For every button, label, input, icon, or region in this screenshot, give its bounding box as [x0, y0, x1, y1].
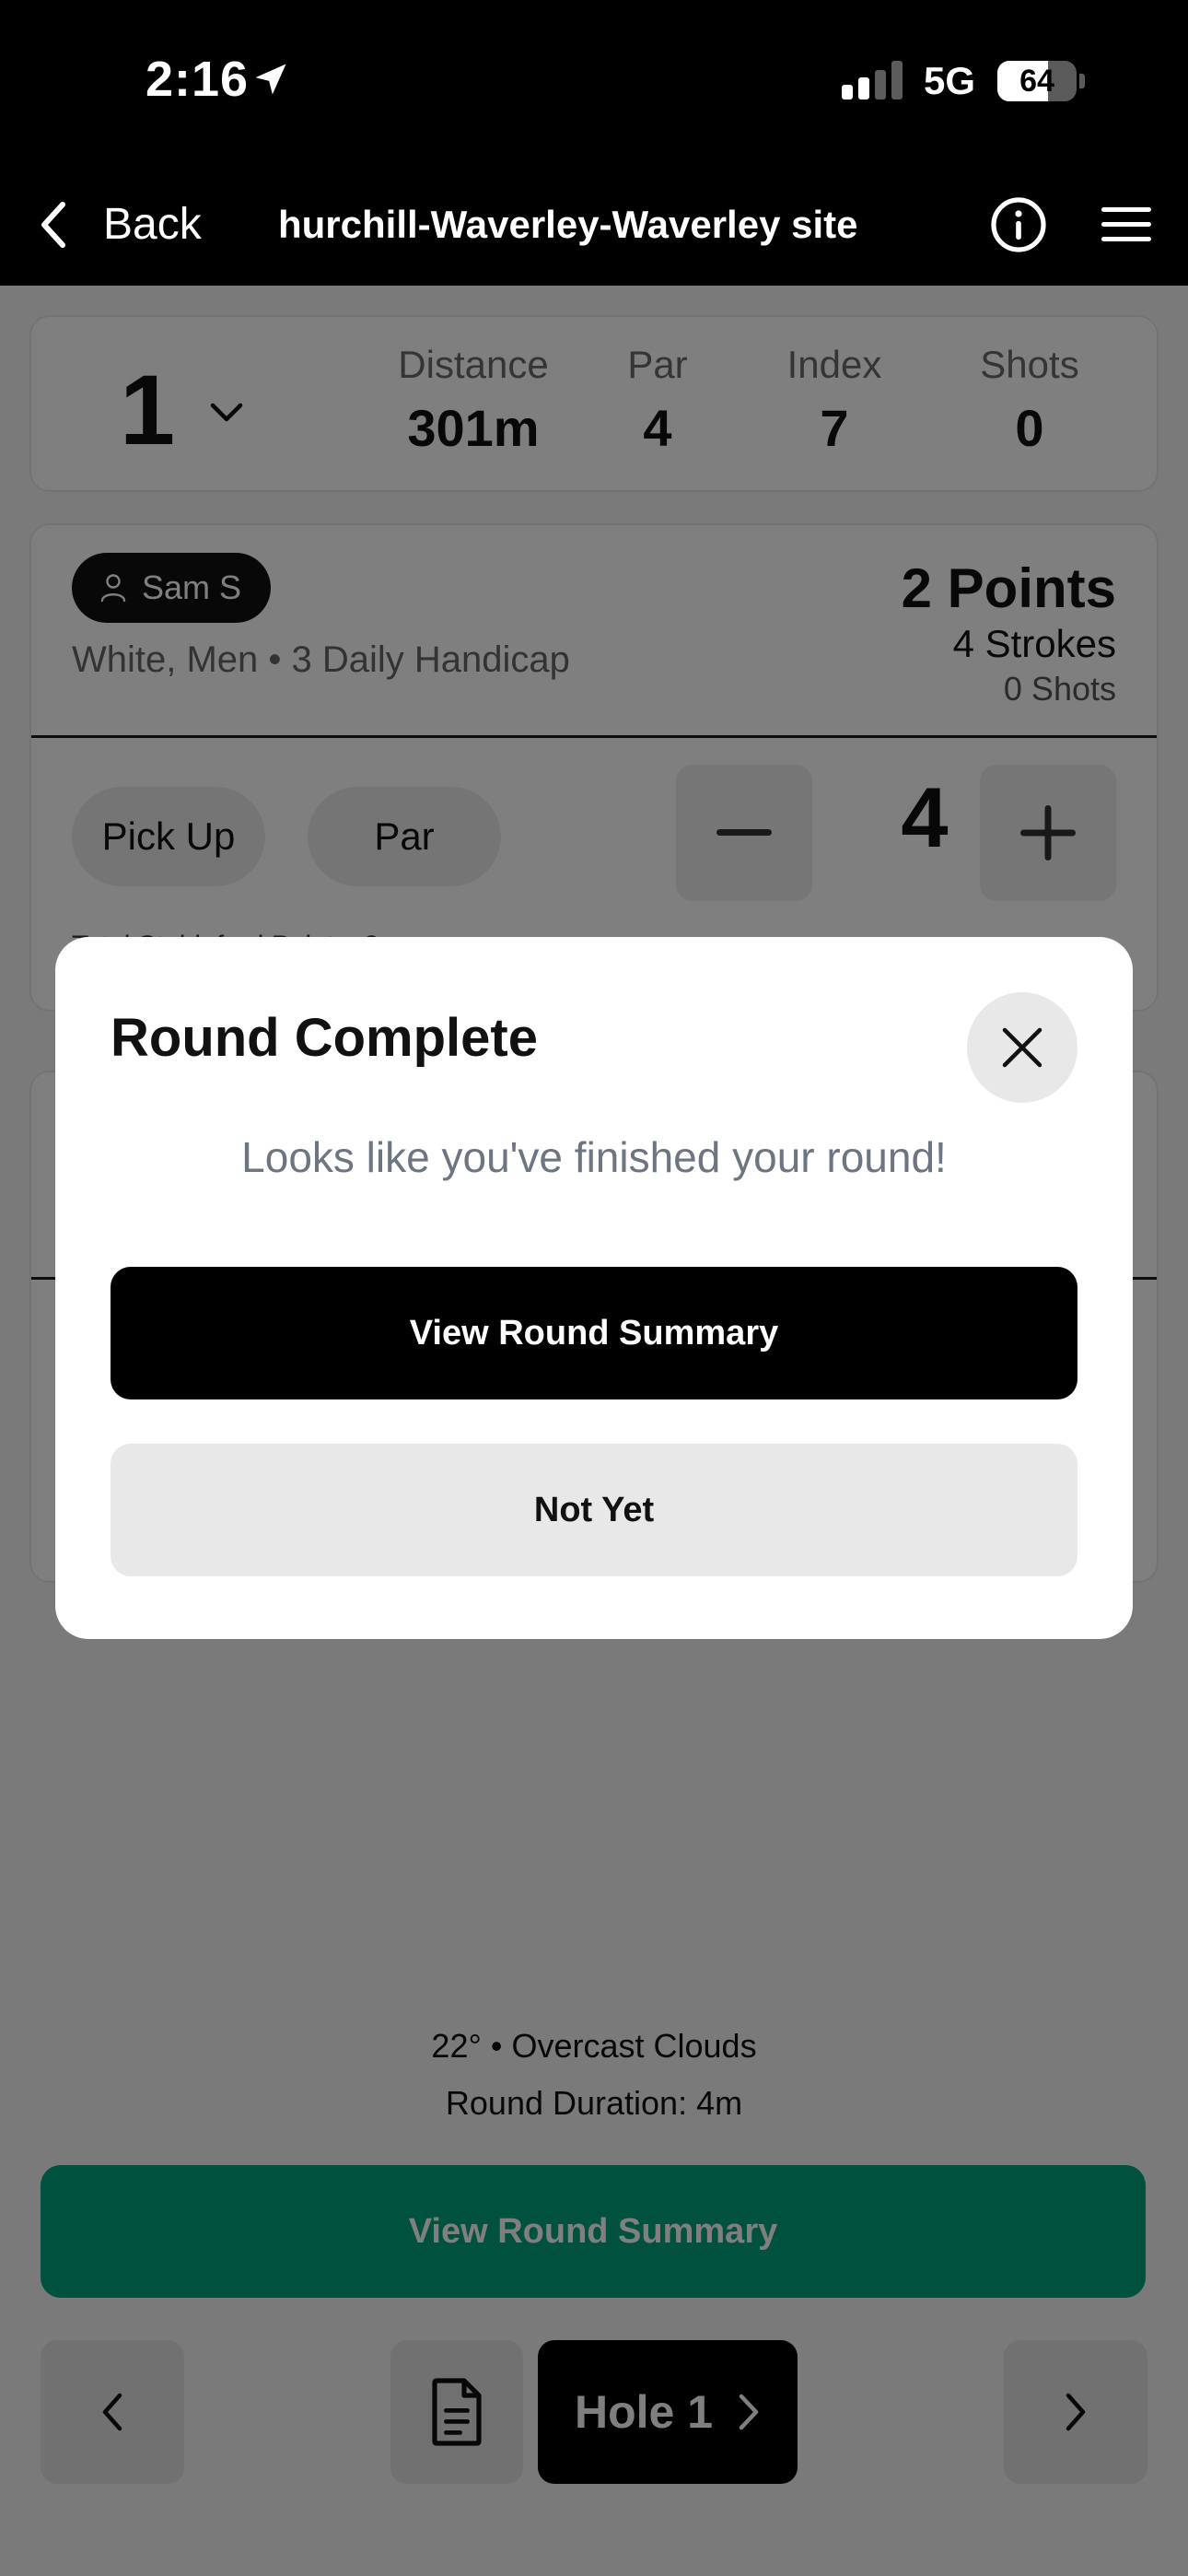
back-button[interactable]: Back [103, 199, 202, 250]
close-button[interactable] [967, 992, 1077, 1103]
network-type: 5G [924, 59, 976, 102]
battery-percent: 64 [1019, 64, 1054, 99]
course-title: hurchill-Waverley-Waverley site [278, 203, 858, 246]
battery-icon: 64 [997, 61, 1077, 101]
status-bar: 2:16 5G 64 [0, 0, 1188, 162]
view-round-summary-button[interactable]: View Round Summary [111, 1267, 1077, 1399]
modal-message: Looks like you've finished your round! [241, 1133, 947, 1181]
location-arrow-icon [255, 64, 286, 95]
nav-bar: Back hurchill-Waverley-Waverley site [0, 162, 1188, 286]
round-complete-modal: Round Complete Looks like you've finishe… [55, 937, 1133, 1639]
signal-bars-icon [842, 61, 904, 100]
modal-title: Round Complete [111, 1008, 538, 1068]
hamburger-menu-icon[interactable] [1100, 205, 1153, 245]
info-icon[interactable] [989, 195, 1048, 254]
status-time: 2:16 [146, 52, 250, 107]
not-yet-button[interactable]: Not Yet [111, 1444, 1077, 1576]
battery-cap [1079, 74, 1085, 88]
chevron-left-icon[interactable] [35, 199, 72, 251]
close-icon [1002, 1027, 1042, 1068]
